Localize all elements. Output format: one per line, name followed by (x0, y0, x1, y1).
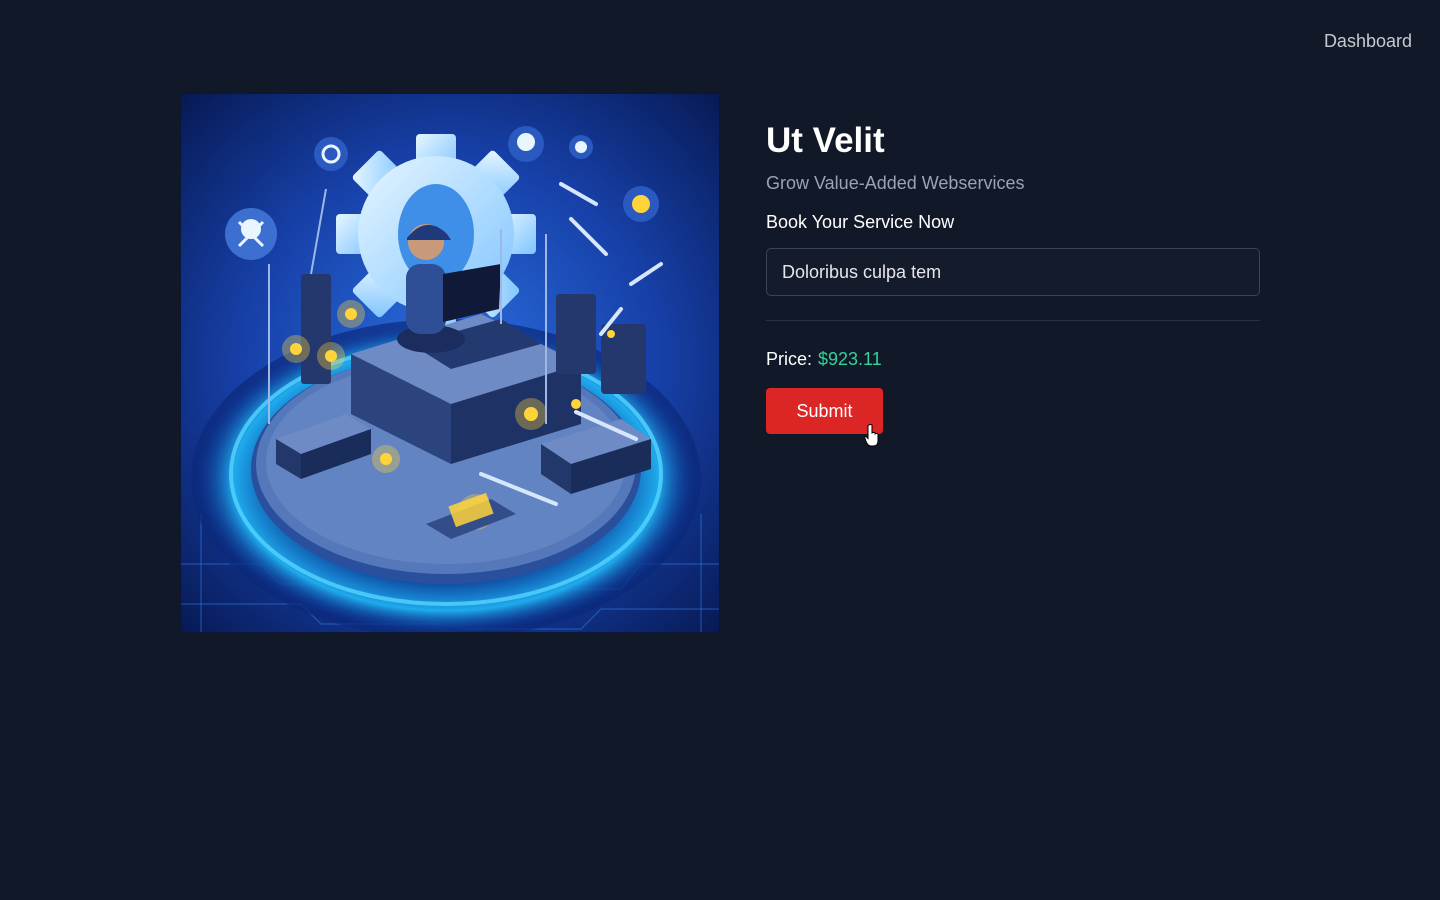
service-image (180, 93, 720, 633)
service-details-panel: Ut Velit Grow Value-Added Webservices Bo… (766, 118, 1260, 434)
top-nav-bar: Dashboard (0, 0, 1440, 84)
service-subtitle: Grow Value-Added Webservices (766, 173, 1025, 193)
book-service-label: Book Your Service Now (766, 212, 955, 232)
nav-dashboard-link[interactable]: Dashboard (1324, 31, 1412, 52)
price-label: Price: (766, 349, 813, 369)
booking-text-input[interactable] (766, 248, 1260, 296)
divider (766, 320, 1260, 321)
price-value: $923.11 (818, 349, 882, 369)
tech-support-illustration (181, 94, 719, 632)
price-row: Price: $923.11 (766, 347, 1260, 371)
service-title: Ut Velit (766, 121, 885, 160)
hand-pointer-cursor-icon (864, 424, 880, 453)
